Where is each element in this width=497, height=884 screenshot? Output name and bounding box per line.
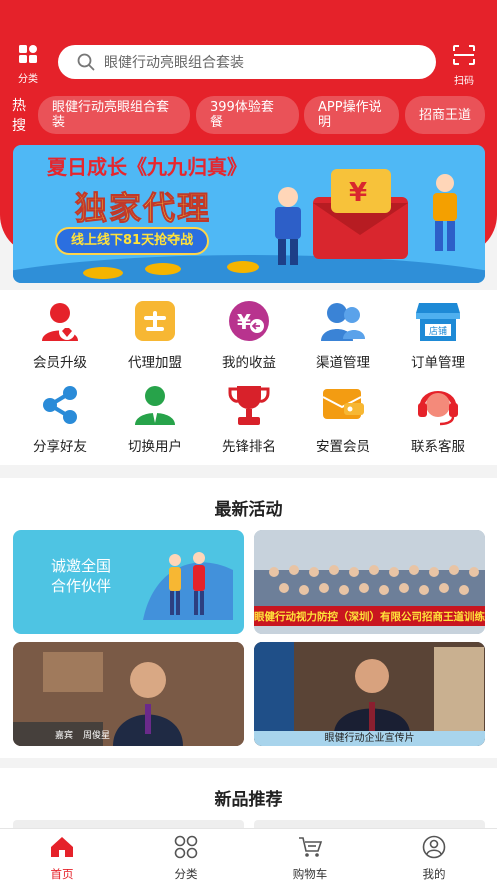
headset-icon bbox=[418, 391, 458, 426]
product-card-2[interactable] bbox=[254, 820, 485, 828]
interview-photo bbox=[13, 642, 244, 746]
banner-line3: 线上线下81天抢夺战 bbox=[55, 227, 210, 255]
svg-text:¥: ¥ bbox=[237, 310, 251, 334]
category-button[interactable]: 分类 bbox=[10, 44, 46, 85]
switch-user-icon bbox=[135, 386, 175, 425]
activity-card-3-name2: 周俊星 bbox=[83, 731, 111, 741]
home-icon bbox=[51, 837, 73, 857]
menu-label: 渠道管理 bbox=[316, 355, 370, 371]
trophy-icon bbox=[228, 386, 270, 425]
hot-tag-0[interactable]: 眼健行动亮眼组合套装 bbox=[38, 96, 190, 134]
activity-card-1-sub: 合作伙伴 bbox=[51, 577, 112, 595]
nav-home[interactable]: 首页 bbox=[32, 835, 92, 882]
activities-title: 最新活动 bbox=[214, 500, 283, 520]
new-products-title: 新品推荐 bbox=[214, 790, 283, 810]
activity-card-2-caption: 眼健行动视力防控（深圳）有限公司招商王道训练营圆满 bbox=[254, 611, 485, 623]
member-upgrade-icon bbox=[42, 303, 78, 341]
nav-cart[interactable]: 购物车 bbox=[280, 835, 340, 882]
menu-label: 先锋排名 bbox=[222, 439, 276, 455]
menu-item-income[interactable]: ¥ 我的收益 bbox=[204, 298, 294, 371]
nav-profile-label: 我的 bbox=[422, 867, 446, 881]
menu-item-place-member[interactable]: 安置会员 bbox=[298, 382, 388, 455]
menu-label: 代理加盟 bbox=[128, 355, 182, 371]
activity-card-2[interactable]: 眼健行动视力防控（深圳）有限公司招商王道训练营圆满 bbox=[254, 530, 485, 634]
activity-card-3-name1: 嘉宾 bbox=[55, 731, 74, 741]
scan-icon bbox=[453, 45, 475, 65]
search-placeholder: 眼健行动亮眼组合套装 bbox=[104, 55, 244, 71]
activity-card-1[interactable]: 诚邀全国 合作伙伴 bbox=[13, 530, 244, 634]
menu-label: 分享好友 bbox=[33, 439, 87, 455]
product-card-1[interactable] bbox=[13, 820, 244, 828]
scan-button[interactable]: 扫码 bbox=[446, 44, 482, 87]
share-icon bbox=[43, 386, 77, 424]
activity-card-1-title: 诚邀全国 bbox=[51, 557, 112, 575]
menu-label: 切换用户 bbox=[128, 439, 182, 455]
menu-item-agent-join[interactable]: 代理加盟 bbox=[110, 298, 200, 371]
channel-icon bbox=[321, 303, 365, 341]
nav-category-label: 分类 bbox=[174, 867, 198, 881]
hot-tag-1[interactable]: 399体验套餐 bbox=[196, 96, 299, 134]
scan-label: 扫码 bbox=[454, 76, 474, 87]
new-products-section: 新品推荐 bbox=[0, 768, 497, 828]
svg-text:¥: ¥ bbox=[349, 178, 367, 208]
menu-item-channel[interactable]: 渠道管理 bbox=[298, 298, 388, 371]
menu-item-member-upgrade[interactable]: 会员升级 bbox=[15, 298, 105, 371]
cart-icon bbox=[299, 837, 323, 857]
store-icon: 店铺 bbox=[416, 303, 460, 341]
bottom-nav: 首页 分类 购物车 我的 bbox=[0, 828, 497, 884]
hot-tag-2[interactable]: APP操作说明 bbox=[304, 96, 399, 134]
store-sign: 店铺 bbox=[429, 325, 447, 337]
menu-item-share[interactable]: 分享好友 bbox=[15, 382, 105, 455]
search-icon bbox=[77, 53, 95, 71]
category-grid-icon bbox=[174, 835, 198, 859]
menu-item-switch-user[interactable]: 切换用户 bbox=[110, 382, 200, 455]
menu-label: 我的收益 bbox=[222, 355, 276, 371]
wallet-icon bbox=[322, 389, 364, 419]
activity-card-4-caption: 眼健行动企业宣传片 bbox=[254, 731, 485, 746]
nav-home-label: 首页 bbox=[50, 867, 74, 881]
menu-label: 订单管理 bbox=[411, 355, 465, 371]
menu-item-support[interactable]: 联系客服 bbox=[393, 382, 483, 455]
menu-label: 会员升级 bbox=[33, 355, 87, 371]
menu-label: 安置会员 bbox=[316, 439, 370, 455]
category-label: 分类 bbox=[18, 74, 38, 85]
activity-card-3[interactable]: 嘉宾 周俊星 bbox=[13, 642, 244, 746]
activities-section: 最新活动 诚邀全国 合作伙伴 眼健行动视力防控（深圳）有限公司招商王道训练 嘉宾… bbox=[0, 478, 497, 758]
menu-item-orders[interactable]: 店铺 订单管理 bbox=[393, 298, 483, 371]
income-icon: ¥ bbox=[229, 301, 269, 341]
nav-profile[interactable]: 我的 bbox=[404, 835, 464, 882]
promo-banner[interactable]: ¥ 夏日成长《九九归真》 独家代理 线上线下81天抢夺战 bbox=[13, 145, 485, 283]
banner-line1: 夏日成长《九九归真》 bbox=[47, 155, 247, 179]
menu-grid: 会员升级 代理加盟 ¥ 我的收益 渠道管理 店铺 订单管理 分享好友 切换用户 … bbox=[0, 290, 497, 465]
nav-category[interactable]: 分类 bbox=[156, 835, 216, 882]
search-bar[interactable]: 眼健行动亮眼组合套装 bbox=[58, 45, 436, 79]
agent-join-icon bbox=[135, 301, 175, 341]
nav-cart-label: 购物车 bbox=[292, 867, 328, 881]
hot-search-label: 热搜 bbox=[12, 98, 26, 134]
activity-card-4[interactable]: 眼健行动企业宣传片 bbox=[254, 642, 485, 746]
menu-item-ranking[interactable]: 先锋排名 bbox=[204, 382, 294, 455]
partners-illustration bbox=[143, 552, 233, 620]
menu-label: 联系客服 bbox=[411, 439, 465, 455]
banner-line2: 独家代理 bbox=[74, 189, 212, 228]
hot-tag-3[interactable]: 招商王道 bbox=[405, 96, 485, 134]
profile-icon bbox=[422, 835, 446, 859]
category-icon bbox=[19, 45, 37, 63]
